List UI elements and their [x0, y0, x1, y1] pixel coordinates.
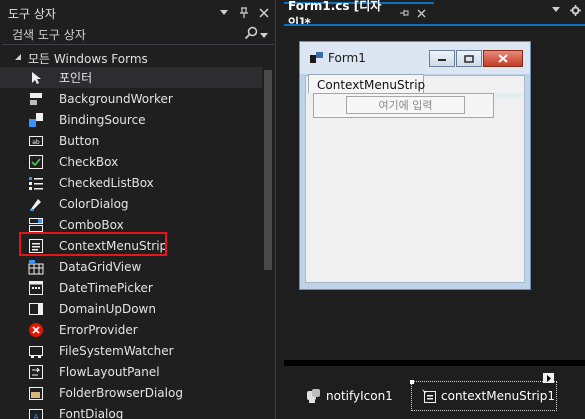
checked-list-box-icon	[28, 175, 44, 191]
toolbox-item-backgroundworker[interactable]: BackgroundWorker	[0, 88, 262, 109]
toolbox-item-button[interactable]: ab Button	[0, 130, 262, 151]
visual-studio-window: 도구 상자 검색 도구 상자 모든 Windows Forms 포인터 Back…	[0, 0, 585, 419]
search-options-icon[interactable]	[260, 28, 268, 42]
close-tab-icon[interactable]	[417, 7, 426, 21]
dropdown-icon[interactable]	[218, 6, 230, 20]
toolbox-item-filesystemwatcher[interactable]: FileSystemWatcher	[0, 340, 262, 361]
tray-selection-frame	[410, 380, 557, 411]
toolbox-item-datagridview[interactable]: DataGridView	[0, 256, 262, 277]
toolbox-item-label: ColorDialog	[59, 196, 129, 211]
data-grid-view-icon	[28, 259, 44, 275]
toolbox-item-label: BindingSource	[59, 112, 146, 127]
toolbox-item-label: FlowLayoutPanel	[59, 364, 160, 379]
minimize-icon	[438, 58, 446, 61]
file-system-watcher-icon	[28, 343, 44, 359]
toolbox-scrollbar[interactable]	[262, 68, 274, 419]
pin-icon[interactable]	[238, 6, 250, 20]
tray-item-label: notifyIcon1	[326, 389, 393, 403]
folder-browser-dialog-icon	[28, 385, 44, 401]
date-time-picker-icon	[28, 280, 44, 296]
toolbox-item-label: FolderBrowserDialog	[59, 385, 183, 400]
toolbox-group-header[interactable]: 모든 Windows Forms	[0, 48, 262, 68]
toolbox-item-label: BackgroundWorker	[59, 91, 173, 106]
toolbox-item-datetimepicker[interactable]: DateTimePicker	[0, 277, 262, 298]
domain-up-down-icon	[28, 301, 44, 317]
menu-item-type-here-input[interactable]: 여기에 입력	[346, 96, 465, 114]
scrollbar-thumb[interactable]	[264, 70, 272, 270]
close-button[interactable]	[483, 50, 523, 67]
form-app-icon	[310, 52, 323, 63]
context-menu-strip-tab[interactable]: ContextMenuStrip	[308, 74, 425, 94]
highlight-annotation	[19, 232, 167, 256]
toolbox-item-folderbrowserdialog[interactable]: FolderBrowserDialog	[0, 382, 262, 403]
collapse-triangle-icon[interactable]	[14, 53, 24, 64]
maximize-icon	[464, 54, 474, 63]
pointer-icon	[28, 70, 44, 86]
svg-text:ab: ab	[32, 139, 40, 146]
search-icon[interactable]	[244, 26, 258, 43]
toolbox-item-checkedlistbox[interactable]: CheckedListBox	[0, 172, 262, 193]
toolbox-item-label: FileSystemWatcher	[59, 343, 174, 358]
notify-icon-icon	[306, 388, 322, 404]
binding-source-icon	[28, 112, 44, 128]
search-input[interactable]: 검색 도구 상자	[12, 26, 244, 43]
toolbox-item-pointer[interactable]: 포인터	[0, 67, 262, 88]
maximize-button[interactable]	[456, 50, 482, 67]
toolbox-item-label: 포인터	[59, 71, 93, 85]
color-dialog-icon	[28, 196, 44, 212]
minimize-button[interactable]	[429, 50, 455, 67]
toolbox-item-bindingsource[interactable]: BindingSource	[0, 109, 262, 130]
combobox-icon	[28, 217, 44, 233]
close-icon[interactable]	[258, 6, 270, 20]
svg-text:A: A	[34, 413, 39, 419]
selection-grip[interactable]	[410, 380, 414, 384]
form1-window[interactable]: Form1 ContextMenuStrip 여기에 입력	[299, 41, 531, 290]
toolbox-item-checkbox[interactable]: CheckBox	[0, 151, 262, 172]
settings-gear-icon[interactable]	[570, 5, 581, 19]
flow-layout-panel-icon	[28, 364, 44, 380]
tab-form1-design[interactable]: Form1.cs [디자인]*	[284, 0, 434, 30]
toolbox-item-colordialog[interactable]: ColorDialog	[0, 193, 262, 214]
toolbox-item-label: CheckedListBox	[59, 175, 154, 190]
smart-tag-arrow-icon[interactable]	[543, 373, 554, 383]
error-provider-icon	[28, 322, 44, 338]
button-icon: ab	[28, 133, 44, 149]
pin-tab-icon[interactable]	[399, 9, 409, 20]
toolbox-item-domainupdown[interactable]: DomainUpDown	[0, 298, 262, 319]
toolbox-item-label: DataGridView	[59, 259, 142, 274]
font-dialog-icon: A	[28, 406, 44, 419]
close-icon	[498, 54, 508, 63]
toolbox-item-label: DateTimePicker	[59, 280, 153, 295]
toolbox-search[interactable]: 검색 도구 상자	[2, 25, 274, 45]
form-title-bar[interactable]: Form1	[300, 42, 530, 74]
toolbox-item-fontdialog[interactable]: A FontDialog	[0, 403, 262, 419]
toolbox-item-errorprovider[interactable]: ErrorProvider	[0, 319, 262, 340]
toolbox-item-label: DomainUpDown	[59, 301, 156, 316]
toolbox-item-label: FontDialog	[59, 406, 124, 419]
toolbox-header: 도구 상자	[0, 0, 276, 26]
toolbox-item-label: ErrorProvider	[59, 322, 138, 337]
toolbox-item-flowlayoutpanel[interactable]: FlowLayoutPanel	[0, 361, 262, 382]
checkbox-icon	[28, 154, 44, 170]
tab-list-dropdown-icon[interactable]	[552, 5, 560, 19]
toolbox-panel: 도구 상자 검색 도구 상자 모든 Windows Forms 포인터 Back…	[0, 0, 276, 419]
toolbox-item-label: Button	[59, 133, 100, 148]
toolbox-item-label: CheckBox	[59, 154, 119, 169]
document-tab-strip: Form1.cs [디자인]*	[280, 0, 585, 30]
toolbox-group-label: 모든 Windows Forms	[28, 51, 148, 66]
tray-item-notifyicon1[interactable]: notifyIcon1	[306, 388, 393, 404]
background-worker-icon	[28, 91, 44, 107]
toolbox-item-label: ComboBox	[59, 217, 124, 232]
toolbox-title: 도구 상자	[8, 6, 56, 21]
